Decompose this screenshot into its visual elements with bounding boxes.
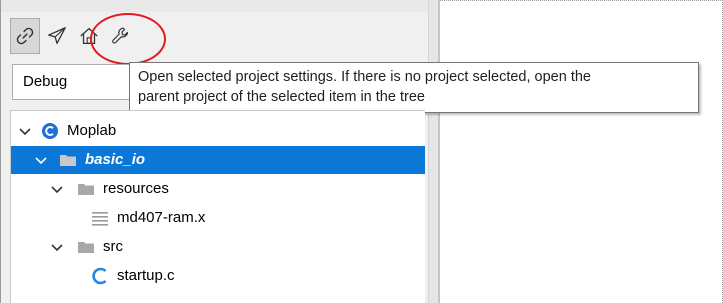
tooltip-line-2: parent project of the selected item in t…	[138, 89, 425, 105]
tree-node-basic-io[interactable]: basic_io	[11, 146, 425, 174]
paper-plane-icon	[48, 27, 66, 44]
tree-node-startup-c[interactable]: startup.c	[11, 262, 425, 290]
project-c-icon	[42, 123, 58, 139]
send-button[interactable]	[42, 18, 72, 54]
link-icon	[16, 27, 34, 45]
chevron-down-icon[interactable]	[17, 123, 33, 139]
chevron-down-icon[interactable]	[49, 239, 65, 255]
folder-icon	[78, 242, 94, 253]
folder-icon	[60, 155, 76, 166]
tree-node-src[interactable]: src	[11, 233, 425, 261]
tree-node-md407-ram[interactable]: md407-ram.x	[11, 204, 425, 232]
text-file-icon	[92, 212, 108, 226]
link-button[interactable]	[10, 18, 40, 54]
tree-node-label: startup.c	[117, 267, 175, 284]
panel-header-strip	[1, 0, 428, 12]
window-edge	[0, 0, 1, 303]
annotation-circle	[90, 13, 166, 65]
tree-node-resources[interactable]: resources	[11, 175, 425, 203]
chevron-down-icon[interactable]	[33, 152, 49, 168]
tree-node-label: resources	[103, 180, 169, 197]
settings-tooltip: Open selected project settings. If there…	[129, 62, 699, 113]
tree-node-project[interactable]: Moplab	[11, 117, 425, 145]
tooltip-line-1: Open selected project settings. If there…	[138, 69, 591, 85]
c-file-icon	[92, 267, 107, 285]
project-tree: Moplab basic_io resources md407-ram.x sr…	[10, 110, 425, 303]
tree-node-label: Moplab	[67, 122, 117, 139]
tree-node-label: md407-ram.x	[117, 209, 206, 226]
chevron-down-icon[interactable]	[49, 181, 65, 197]
editor-area	[440, 0, 723, 303]
tree-node-label: src	[103, 238, 123, 255]
build-config-value: Debug	[23, 73, 68, 90]
folder-icon	[78, 184, 94, 195]
tree-node-label: basic_io	[85, 151, 146, 168]
